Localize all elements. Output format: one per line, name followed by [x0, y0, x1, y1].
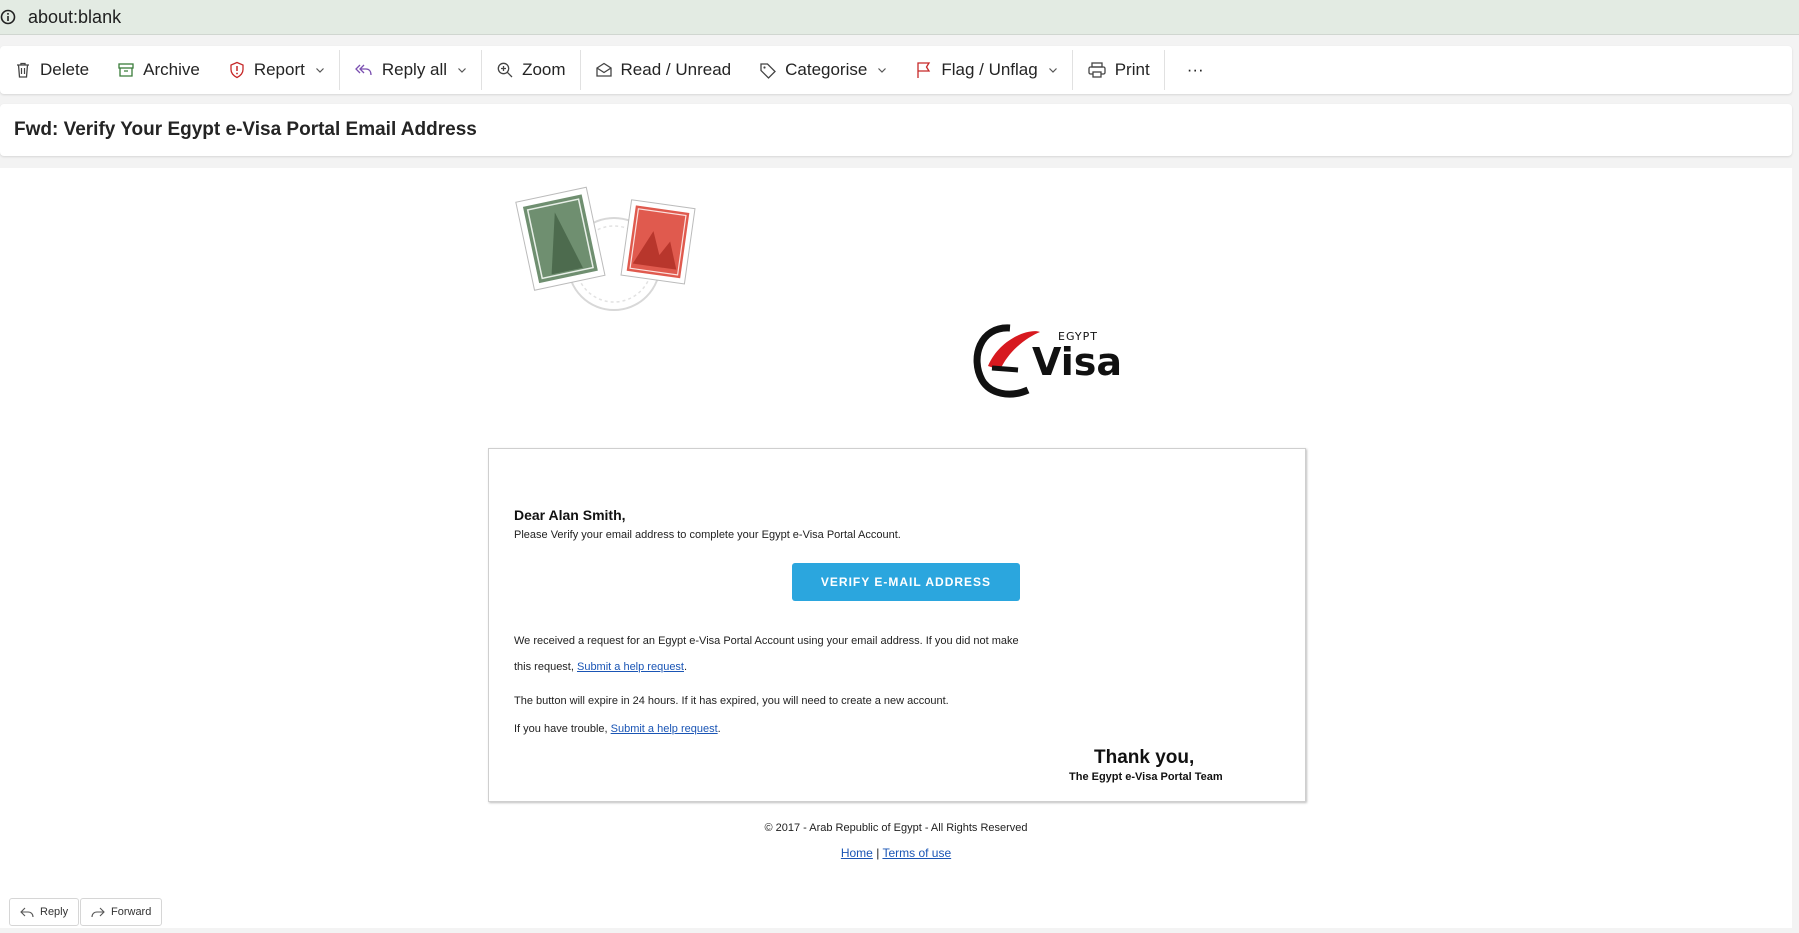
- forward-label: Forward: [111, 906, 152, 918]
- forward-icon: [91, 907, 105, 918]
- reply-label: Reply: [40, 906, 69, 918]
- para3: If you have trouble, Submit a help reque…: [514, 723, 721, 735]
- email-subject: Fwd: Verify Your Egypt e-Visa Portal Ema…: [14, 119, 477, 140]
- shield-icon: [230, 61, 244, 79]
- terms-of-use-link[interactable]: Terms of use: [882, 846, 951, 860]
- tag-icon: [760, 63, 777, 79]
- reply-icon: [20, 907, 34, 918]
- footer-links: Home | Terms of use: [0, 846, 1792, 860]
- reply-all-button[interactable]: Reply all: [340, 46, 481, 94]
- flag-icon: [917, 62, 931, 78]
- para1-line2: this request, Submit a help request.: [514, 661, 688, 673]
- message-toolbar: Delete Archive Report Reply all Zoom Rea…: [0, 46, 1792, 94]
- forward-button[interactable]: Forward: [80, 898, 163, 926]
- print-label: Print: [1114, 60, 1150, 79]
- archive-label: Archive: [143, 60, 200, 79]
- help-request-link[interactable]: Submit a help request: [577, 661, 684, 673]
- chevron-down-icon[interactable]: [877, 65, 887, 75]
- evisa-logo: EGYPT Visa: [970, 318, 1122, 398]
- intro-text: Please Verify your email address to comp…: [514, 529, 901, 541]
- printer-icon: [1088, 62, 1106, 78]
- categorise-button[interactable]: Categorise: [745, 46, 901, 94]
- help-request-link-2[interactable]: Submit a help request: [611, 723, 718, 735]
- reply-all-icon: [354, 64, 372, 76]
- report-label: Report: [253, 60, 305, 79]
- read-unread-button[interactable]: Read / Unread: [581, 46, 746, 94]
- categorise-label: Categorise: [785, 60, 868, 79]
- reply-all-label: Reply all: [381, 60, 448, 79]
- para1-text: this request,: [514, 661, 574, 673]
- logo-visa-text: Visa: [1032, 340, 1123, 384]
- envelope-open-icon: [595, 62, 612, 77]
- archive-button[interactable]: Archive: [103, 46, 214, 94]
- delete-button[interactable]: Delete: [0, 46, 103, 94]
- footer-separator: |: [876, 846, 880, 860]
- para3-text: If you have trouble,: [514, 723, 608, 735]
- home-link[interactable]: Home: [841, 846, 873, 860]
- para2: The button will expire in 24 hours. If i…: [514, 695, 949, 707]
- zoom-button[interactable]: Zoom: [482, 46, 579, 94]
- trash-icon: [17, 62, 29, 78]
- more-icon: ···: [1186, 60, 1204, 79]
- flag-unflag-button[interactable]: Flag / Unflag: [901, 46, 1071, 94]
- para1-line1: We received a request for an Egypt e-Vis…: [514, 635, 1019, 647]
- info-icon[interactable]: [0, 9, 16, 25]
- print-button[interactable]: Print: [1073, 46, 1164, 94]
- reply-button[interactable]: Reply: [9, 898, 80, 926]
- read-unread-label: Read / Unread: [620, 60, 732, 79]
- verify-email-button[interactable]: VERIFY E-MAIL ADDRESS: [792, 563, 1020, 601]
- delete-label: Delete: [40, 60, 90, 79]
- team-signature: The Egypt e-Visa Portal Team: [1069, 771, 1223, 783]
- report-button[interactable]: Report: [214, 46, 339, 94]
- chevron-down-icon[interactable]: [1048, 65, 1058, 75]
- chevron-down-icon[interactable]: [315, 65, 325, 75]
- thank-you: Thank you,: [1094, 747, 1195, 768]
- address-bar[interactable]: about:blank: [0, 0, 1799, 35]
- footer-copyright: © 2017 - Arab Republic of Egypt - All Ri…: [764, 822, 1028, 834]
- reading-pane: EGYPT Visa Dear Alan Smith, Please Verif…: [0, 168, 1792, 928]
- url-text[interactable]: about:blank: [28, 7, 121, 28]
- zoom-icon: [497, 62, 513, 78]
- email-card: Dear Alan Smith, Please Verify your emai…: [488, 448, 1306, 802]
- archive-icon: [118, 63, 134, 77]
- zoom-label: Zoom: [522, 60, 566, 79]
- subject-bar: Fwd: Verify Your Egypt e-Visa Portal Ema…: [0, 104, 1792, 156]
- greeting: Dear Alan Smith,: [514, 507, 626, 523]
- postage-stamps-image: [515, 186, 696, 311]
- chevron-down-icon[interactable]: [457, 65, 467, 75]
- more-actions-button[interactable]: ···: [1165, 46, 1226, 94]
- flag-unflag-label: Flag / Unflag: [941, 60, 1038, 79]
